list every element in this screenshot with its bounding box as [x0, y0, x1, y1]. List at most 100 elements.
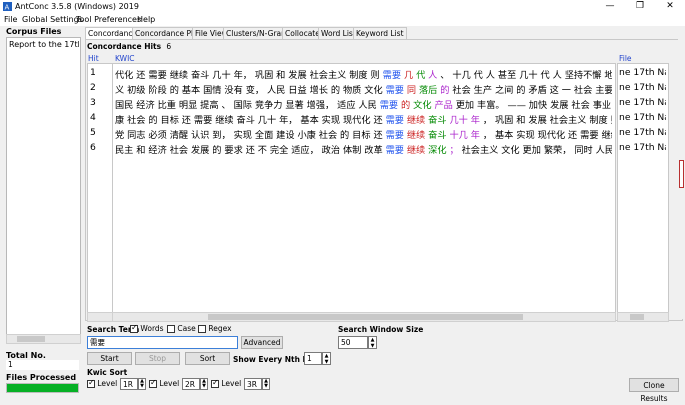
hit-column-header[interactable]: Hit	[88, 54, 99, 63]
kwic-left-context: 民主 和 经济 社会 发展 的 要求 还 不 完全 适应， 政治 体制 改革	[115, 145, 386, 156]
case-option[interactable]: Case	[167, 324, 196, 333]
kwic-left-context: 康 社会 的 目标 还 需要 继续 奋斗 几十 年， 基本 实现 现代化 还	[115, 115, 386, 126]
vertical-scrollbar[interactable]	[678, 39, 685, 319]
regex-checkbox[interactable]	[198, 325, 206, 333]
hit-number: 4	[90, 112, 96, 123]
antconc-logo-icon: A	[3, 2, 12, 12]
kwic-right-3: 产品	[434, 100, 453, 111]
minimize-icon[interactable]: —	[595, 0, 625, 14]
menu-global-settings[interactable]: Global Settings	[22, 15, 83, 24]
kwic-right-2: 文化	[413, 100, 432, 111]
kwic-keyword: 需要	[382, 70, 402, 81]
maximize-icon[interactable]: ❐	[625, 0, 655, 14]
kwic-row[interactable]: 国民 经济 比重 明显 提高 、 国际 竞争力 显著 增强， 适应 人民 需要 …	[115, 97, 612, 111]
kwic-row[interactable]: 义 初级 阶段 的 基本 国情 没有 变， 人民 日益 增长 的 物质 文化 需…	[115, 82, 612, 96]
kwic-sort-label: Kwic Sort	[87, 368, 128, 377]
clone-results-button[interactable]: Clone Results	[629, 378, 679, 403]
file-name-cell: ne 17th Nat	[619, 82, 666, 93]
words-label: Words	[140, 324, 164, 333]
level-2-checkbox[interactable]	[149, 378, 157, 388]
kwic-keyword: 需要	[385, 85, 404, 96]
kwic-row[interactable]: 代化 还 需要 继续 奋斗 几十 年， 巩固 和 发展 社会主义 制度 则 需要…	[115, 67, 612, 81]
hit-number: 3	[90, 97, 96, 108]
kwic-scroll-thumb[interactable]	[208, 314, 523, 320]
menu-help[interactable]: Help	[137, 15, 155, 24]
kwic-left-context: 党 同志 必须 清醒 认识 到， 实现 全面 建设 小康 社会 的 目标 还	[115, 130, 386, 141]
kwic-hscrollbar[interactable]	[112, 312, 616, 322]
words-option[interactable]: Words	[130, 323, 164, 333]
kwic-right-2: 落后	[418, 85, 438, 96]
corpus-file-list[interactable]: Report to the 17th N	[6, 37, 81, 337]
corpus-file-item[interactable]: Report to the 17th N	[9, 40, 79, 49]
progress-fill	[7, 384, 78, 392]
file-name-cell: ne 17th Nat	[619, 112, 666, 123]
level-1-option[interactable]: Level 1	[87, 378, 124, 388]
level-3-spinner[interactable]: ▲ ▼	[262, 378, 270, 390]
kwic-right-1: 几	[403, 70, 414, 81]
level-3-checkbox[interactable]	[211, 378, 219, 388]
menu-bar: File Global Settings Tool Preferences He…	[0, 14, 685, 26]
kwic-right-1: 继续	[406, 130, 426, 141]
kwic-right-2: 奋斗	[428, 115, 447, 126]
kwic-right-1: 同	[406, 85, 417, 96]
file-hscrollbar[interactable]	[617, 312, 669, 322]
level-2-input[interactable]: 2R	[182, 378, 200, 390]
menu-tool-preferences[interactable]: Tool Preferences	[76, 15, 141, 24]
search-window-input[interactable]: 50	[338, 336, 368, 349]
nth-row-spinner[interactable]: ▲ ▼	[322, 352, 331, 365]
sort-button[interactable]: Sort	[185, 352, 230, 365]
kwic-keyword: 需要	[379, 100, 399, 111]
stop-button[interactable]: Stop	[135, 352, 180, 365]
kwic-row[interactable]: 民主 和 经济 社会 发展 的 要求 还 不 完全 适应， 政治 体制 改革 需…	[115, 142, 612, 156]
corpus-hscrollbar[interactable]	[6, 334, 81, 344]
concordance-hits-value: 6	[166, 42, 172, 51]
level-2-option[interactable]: Level 2	[149, 378, 186, 388]
level-1-spinner[interactable]: ▲ ▼	[138, 378, 146, 390]
file-column-header[interactable]: File	[619, 54, 632, 63]
kwic-keyword: 需要	[385, 145, 404, 156]
level-1-checkbox[interactable]	[87, 378, 95, 388]
search-window-spinner[interactable]: ▲ ▼	[368, 336, 377, 349]
kwic-right-2: 深化	[428, 145, 447, 156]
total-no-label: Total No.	[6, 351, 46, 360]
words-checkbox[interactable]	[130, 323, 138, 333]
kwic-right-1: 继续	[406, 145, 426, 156]
hit-hscrollbar[interactable]	[87, 312, 113, 322]
kwic-right-context: 社会主义 文化 更加 繁荣， 同时 人民 精神 文化	[461, 145, 612, 156]
file-name-cell: ne 17th Nat	[619, 67, 666, 78]
kwic-left-context: 国民 经济 比重 明显 提高 、 国际 竞争力 显著 增强， 适应 人民	[115, 100, 380, 111]
kwic-right-context: 社会 生产 之间 的 矛盾 这 一 社会 主要矛盾 没有	[452, 85, 612, 96]
regex-label: Regex	[208, 324, 232, 333]
kwic-column-header[interactable]: KWIC	[115, 54, 135, 63]
menu-file[interactable]: File	[4, 15, 17, 24]
hit-number: 6	[90, 142, 96, 153]
advanced-button[interactable]: Advanced	[241, 336, 283, 349]
close-icon[interactable]: ✕	[655, 0, 685, 14]
case-label: Case	[177, 324, 196, 333]
level-2-spinner[interactable]: ▲ ▼	[200, 378, 208, 390]
kwic-row[interactable]: 康 社会 的 目标 还 需要 继续 奋斗 几十 年， 基本 实现 现代化 还 需…	[115, 112, 612, 126]
kwic-right-3: 的	[440, 85, 450, 96]
level-3-input[interactable]: 3R	[244, 378, 262, 390]
title-bar: A AntConc 3.5.8 (Windows) 2019 — ❐ ✕	[0, 0, 685, 14]
kwic-keyword: 需要	[385, 115, 404, 126]
start-button[interactable]: Start	[87, 352, 132, 365]
file-scroll-thumb[interactable]	[630, 314, 644, 320]
scroll-thumb[interactable]	[17, 336, 45, 342]
nth-row-input[interactable]: 1	[304, 352, 322, 365]
vertical-scroll-thumb[interactable]	[679, 160, 684, 188]
files-processed-label: Files Processed	[6, 373, 77, 382]
search-term-input[interactable]: 需要	[87, 336, 238, 349]
kwic-right-3: 人	[428, 70, 438, 81]
kwic-right-context: 、 十几 代 人 甚至 几十 代 人 坚持不懈 地 努力 奋斗	[440, 70, 612, 81]
kwic-right-context: ， 巩固 和 发展 社会主义 制度 则 需要 几 代	[482, 115, 612, 126]
regex-option[interactable]: Regex	[198, 324, 232, 333]
file-name-cell: ne 17th Nat	[619, 127, 666, 138]
concordance-hits-label: Concordance Hits 6	[87, 42, 172, 51]
kwic-row[interactable]: 党 同志 必须 清醒 认识 到， 实现 全面 建设 小康 社会 的 目标 还 需…	[115, 127, 612, 141]
level-1-input[interactable]: 1R	[120, 378, 138, 390]
case-checkbox[interactable]	[167, 325, 175, 333]
kwic-right-3: 几十 年	[449, 115, 480, 126]
hit-number: 2	[90, 82, 96, 93]
level-3-option[interactable]: Level 3	[211, 378, 248, 388]
